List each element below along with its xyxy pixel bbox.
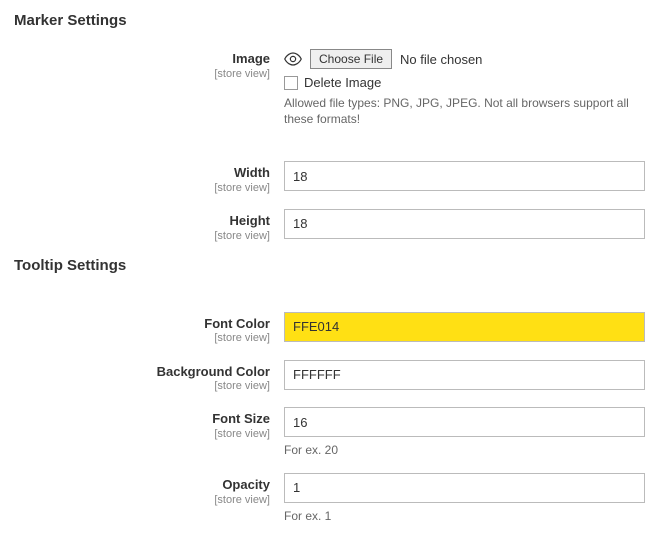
label-col: Background Color [store view] xyxy=(14,360,284,394)
label-font-size: Font Size xyxy=(14,411,270,427)
font-size-hint: For ex. 20 xyxy=(284,443,645,459)
label-col: Font Color [store view] xyxy=(14,312,284,346)
scope-label: [store view] xyxy=(14,380,270,393)
background-color-input[interactable] xyxy=(284,360,645,390)
delete-image-checkbox[interactable] xyxy=(284,76,298,90)
height-input[interactable] xyxy=(284,209,645,239)
preview-eye-icon[interactable] xyxy=(284,52,302,66)
scope-label: [store view] xyxy=(14,428,270,441)
label-image: Image xyxy=(14,51,270,67)
field-width: Width [store view] xyxy=(14,161,651,195)
scope-label: [store view] xyxy=(14,68,270,81)
label-font-color: Font Color xyxy=(14,316,270,332)
label-col: Font Size [store view] xyxy=(14,407,284,441)
allowed-filetypes-note: Allowed file types: PNG, JPG, JPEG. Not … xyxy=(284,96,645,127)
field-background-color: Background Color [store view] xyxy=(14,360,651,394)
scope-label: [store view] xyxy=(14,494,270,507)
field-font-size: Font Size [store view] For ex. 20 xyxy=(14,407,651,459)
label-background-color: Background Color xyxy=(14,364,270,380)
scope-label: [store view] xyxy=(14,332,270,345)
label-opacity: Opacity xyxy=(14,477,270,493)
font-size-input[interactable] xyxy=(284,407,645,437)
file-status-text: No file chosen xyxy=(400,52,482,67)
label-height: Height xyxy=(14,213,270,229)
label-col: Image [store view] xyxy=(14,47,284,81)
opacity-input[interactable] xyxy=(284,473,645,503)
section-title-marker: Marker Settings xyxy=(14,12,651,29)
choose-file-button[interactable]: Choose File xyxy=(310,49,392,69)
font-color-input[interactable] xyxy=(284,312,645,342)
field-opacity: Opacity [store view] For ex. 1 xyxy=(14,473,651,525)
opacity-hint: For ex. 1 xyxy=(284,509,645,525)
field-image: Image [store view] Choose File No file c… xyxy=(14,47,651,127)
label-col: Opacity [store view] xyxy=(14,473,284,507)
field-font-color: Font Color [store view] xyxy=(14,312,651,346)
delete-image-label: Delete Image xyxy=(304,75,381,90)
label-col: Height [store view] xyxy=(14,209,284,243)
section-title-tooltip: Tooltip Settings xyxy=(14,257,651,274)
label-width: Width xyxy=(14,165,270,181)
label-col: Width [store view] xyxy=(14,161,284,195)
field-height: Height [store view] xyxy=(14,209,651,243)
width-input[interactable] xyxy=(284,161,645,191)
scope-label: [store view] xyxy=(14,182,270,195)
scope-label: [store view] xyxy=(14,230,270,243)
